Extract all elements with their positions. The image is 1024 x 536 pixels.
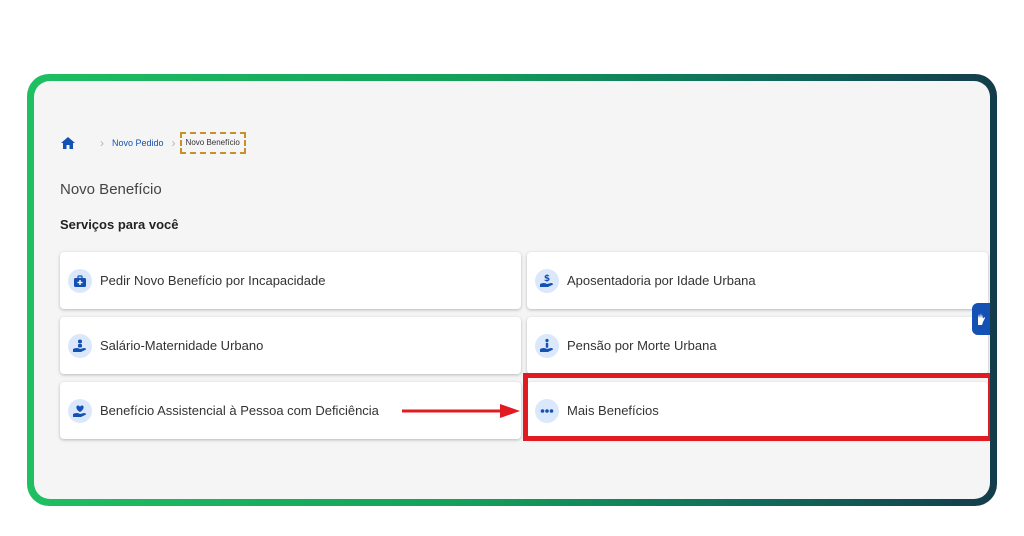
hand-sign-icon (978, 313, 985, 325)
service-card-aposentadoria[interactable]: $ Aposentadoria por Idade Urbana (527, 252, 988, 309)
svg-text:$: $ (544, 274, 550, 284)
home-icon[interactable] (60, 135, 78, 151)
service-card-label: Salário-Maternidade Urbano (100, 338, 264, 353)
service-card-pensao[interactable]: Pensão por Morte Urbana (527, 317, 988, 374)
service-card-maternidade[interactable]: Salário-Maternidade Urbano (60, 317, 521, 374)
accessibility-tab[interactable] (972, 303, 990, 335)
service-card-label: Benefício Assistencial à Pessoa com Defi… (100, 403, 379, 418)
page-title: Novo Benefício (60, 181, 162, 198)
chevron-right-icon: › (100, 136, 104, 150)
service-card-label: Pensão por Morte Urbana (567, 338, 717, 353)
hand-heart-icon (68, 398, 92, 423)
breadcrumb-current: Novo Benefício (179, 132, 246, 154)
hand-baby-icon (68, 333, 92, 358)
device-frame: › Novo Pedido › Novo Benefício Novo Bene… (27, 74, 997, 506)
more-dots-icon (535, 398, 559, 423)
medical-kit-icon (68, 268, 92, 293)
chevron-right-icon: › (171, 136, 176, 150)
service-card-mais-beneficios[interactable]: Mais Benefícios (527, 382, 988, 439)
service-card-label: Aposentadoria por Idade Urbana (567, 273, 756, 288)
breadcrumb-link-novo-pedido[interactable]: Novo Pedido (112, 138, 164, 148)
breadcrumb: › Novo Pedido › Novo Benefício (60, 131, 246, 155)
app-screen: › Novo Pedido › Novo Benefício Novo Bene… (34, 81, 990, 499)
annotation-arrow-icon (402, 404, 520, 418)
service-card-incapacidade[interactable]: Pedir Novo Benefício por Incapacidade (60, 252, 521, 309)
hand-person-icon (535, 333, 559, 358)
service-card-label: Pedir Novo Benefício por Incapacidade (100, 273, 326, 288)
hand-dollar-icon: $ (535, 268, 559, 293)
section-title: Serviços para você (60, 217, 179, 232)
service-card-label: Mais Benefícios (567, 403, 659, 418)
